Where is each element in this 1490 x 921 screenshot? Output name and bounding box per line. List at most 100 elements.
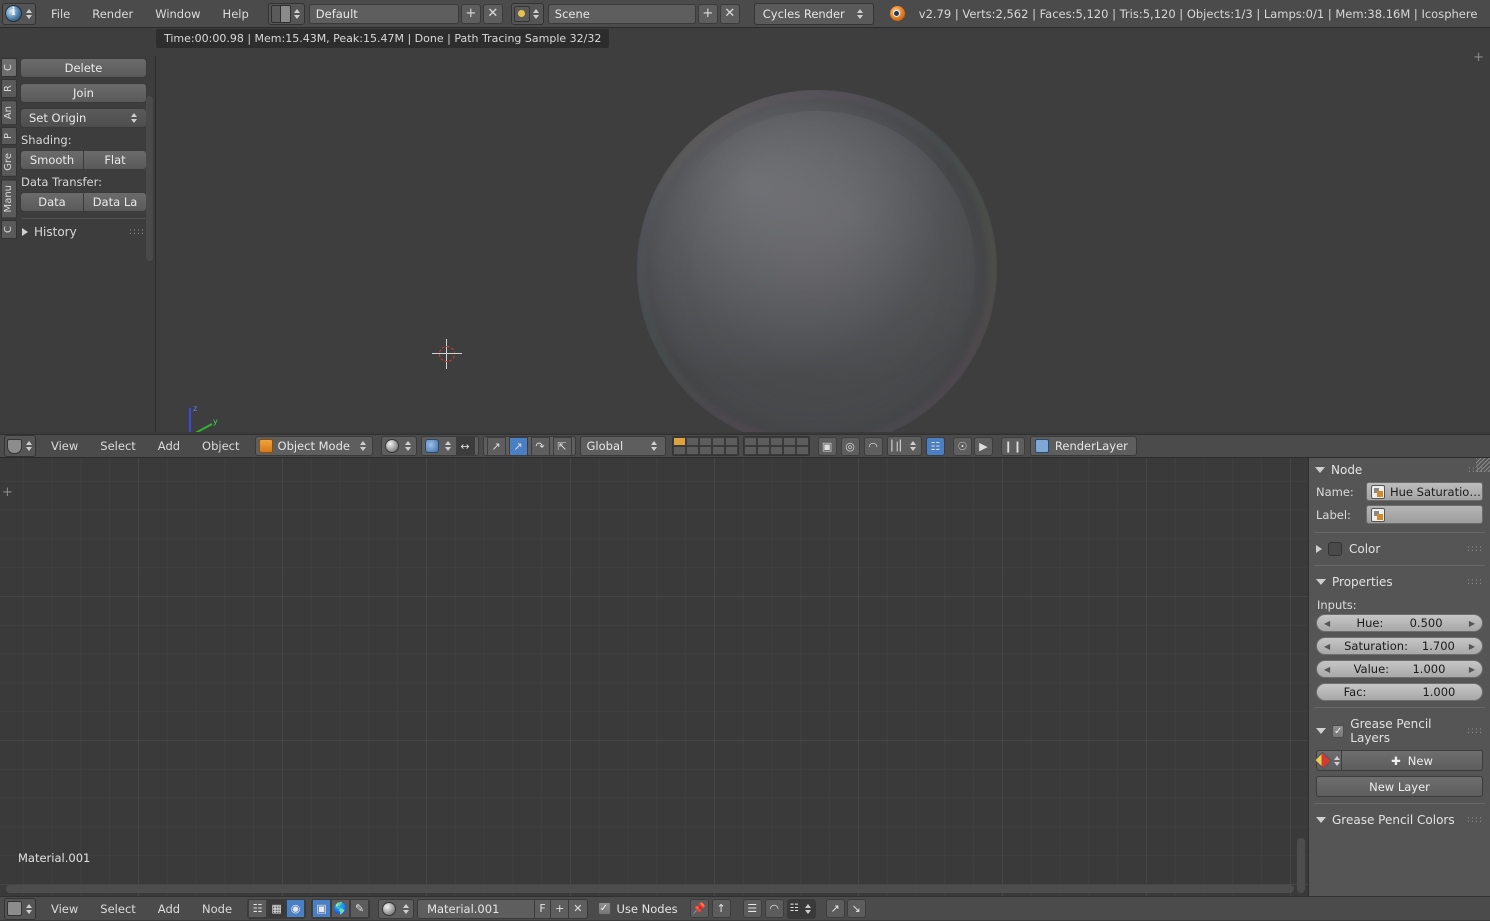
scene-field[interactable]: Scene: [547, 3, 696, 24]
tool-shelf-scrollbar[interactable]: [146, 96, 153, 261]
material-name-field[interactable]: Material.001: [417, 898, 536, 919]
manipulator-translate-icon[interactable]: ↗: [508, 436, 528, 456]
np-fac-slider[interactable]: Fac: 1.000: [1316, 683, 1483, 701]
ne-menu-node[interactable]: Node: [191, 897, 243, 921]
shade-smooth-button[interactable]: Smooth: [20, 150, 84, 170]
object-type-icon[interactable]: ▣: [312, 899, 332, 918]
scene-layers[interactable]: [671, 436, 814, 456]
ne-menu-select[interactable]: Select: [89, 897, 146, 921]
manipulator-scale-icon[interactable]: ⇱: [552, 436, 572, 456]
auto-offset-icon[interactable]: ☰: [742, 899, 762, 918]
delete-screen-layout-button[interactable]: ✕: [482, 3, 503, 24]
snap-element-selector[interactable]: ⎢|⎢: [886, 436, 922, 456]
node-color-swatch[interactable]: [1328, 542, 1342, 556]
delete-scene-button[interactable]: ✕: [719, 3, 740, 24]
transform-orientation-selector[interactable]: Global: [579, 436, 666, 456]
manipulate-center-points-icon[interactable]: ↔: [455, 436, 475, 456]
new-grease-pencil-button[interactable]: ✚ New: [1342, 750, 1483, 771]
chevron-left-icon[interactable]: ◀: [1324, 665, 1330, 674]
grease-pencil-checkbox[interactable]: ✓: [1332, 724, 1345, 738]
tool-tab-2[interactable]: An: [1, 99, 17, 126]
unlink-material-button[interactable]: ✕: [569, 898, 588, 919]
shader-node-editor[interactable]: + Noise Texture: [0, 458, 1308, 896]
interaction-mode-selector[interactable]: Object Mode: [254, 436, 373, 456]
layer-block-1[interactable]: [671, 436, 739, 456]
add-scene-button[interactable]: +: [697, 3, 718, 24]
new-layer-button[interactable]: New Layer: [1316, 776, 1483, 797]
delete-button[interactable]: Delete: [20, 58, 147, 78]
tool-tab-5[interactable]: Manu: [1, 178, 17, 219]
tool-tab-3[interactable]: P: [1, 127, 17, 146]
lock-to-scene-icon[interactable]: ▣: [817, 436, 837, 456]
panel-resize-corner-icon[interactable]: [1476, 458, 1490, 472]
proportional-edit-icon[interactable]: ◎: [840, 436, 860, 456]
vp-menu-object[interactable]: Object: [191, 434, 250, 458]
chevron-updown-icon[interactable]: [532, 8, 541, 19]
node-label-input[interactable]: [1366, 505, 1483, 524]
tool-tab-4[interactable]: Gre: [1, 147, 17, 177]
paste-from-clipboard-icon[interactable]: ↘: [846, 899, 866, 918]
chevron-updown-icon[interactable]: [24, 8, 33, 19]
node-editor-vscrollbar[interactable]: [1297, 838, 1305, 893]
node-panel-header[interactable]: Node ::::: [1309, 458, 1490, 480]
screen-layout-field[interactable]: Default: [308, 3, 459, 24]
copy-to-clipboard-icon[interactable]: ↗: [825, 899, 845, 918]
menu-window[interactable]: Window: [144, 0, 211, 28]
pin-icon[interactable]: 📌: [689, 899, 709, 918]
grease-pencil-colors-header[interactable]: Grease Pencil Colors ::::: [1309, 810, 1490, 830]
color-panel-header[interactable]: Color ::::: [1309, 539, 1490, 559]
render-engine-selector[interactable]: Cycles Render: [753, 2, 874, 25]
render-layer-type-icon[interactable]: ☷: [248, 899, 268, 918]
vp-menu-view[interactable]: View: [40, 434, 89, 458]
go-to-parent-icon[interactable]: ↑: [711, 899, 731, 918]
render-animation-icon[interactable]: ▶: [973, 436, 993, 456]
node-editor-hscrollbar[interactable]: [6, 885, 1294, 893]
np-value-slider[interactable]: ◀ Value: 1.000 ▶: [1316, 660, 1483, 678]
tool-tab-0[interactable]: C: [1, 58, 17, 77]
add-screen-layout-button[interactable]: +: [460, 3, 481, 24]
manipulator-toggle-icon[interactable]: ↗: [486, 436, 506, 456]
history-panel-header[interactable]: History ::::: [20, 223, 147, 241]
menu-help[interactable]: Help: [212, 0, 260, 28]
render-layer-selector[interactable]: RenderLayer: [1029, 436, 1137, 456]
brush-type-icon[interactable]: ✎: [350, 899, 370, 918]
join-button[interactable]: Join: [20, 83, 147, 103]
np-hue-slider[interactable]: ◀ Hue: 0.500 ▶: [1316, 614, 1483, 632]
set-origin-dropdown[interactable]: Set Origin: [20, 108, 147, 128]
editor-type-selector-3dview[interactable]: [4, 435, 36, 457]
chevron-right-icon[interactable]: ▶: [1469, 642, 1475, 651]
chevron-left-icon[interactable]: ◀: [1324, 642, 1330, 651]
node-name-input[interactable]: Hue Saturatio…: [1366, 482, 1483, 501]
layer-block-2[interactable]: [742, 436, 810, 456]
editor-type-selector-nodeeditor[interactable]: [4, 897, 36, 920]
screen-layout-selector[interactable]: [267, 2, 305, 25]
np-saturation-slider[interactable]: ◀ Saturation: 1.700 ▶: [1316, 637, 1483, 655]
snap-node-element-selector[interactable]: ☷: [786, 898, 816, 919]
add-material-button[interactable]: +: [551, 898, 570, 919]
use-nodes-checkbox[interactable]: ✓: [597, 902, 611, 915]
grease-pencil-datablock-selector[interactable]: [1314, 750, 1342, 771]
ne-menu-add[interactable]: Add: [147, 897, 191, 921]
pivot-and-snap-group[interactable]: ↔: [420, 436, 479, 456]
material-browse-selector[interactable]: [378, 898, 415, 919]
tool-tab-6[interactable]: C: [1, 220, 17, 240]
viewport-shading-selector[interactable]: [380, 436, 417, 456]
snap-target-icon[interactable]: ☷: [925, 436, 945, 456]
grease-pencil-layers-header[interactable]: ✓ Grease Pencil Layers ::::: [1309, 714, 1490, 748]
chevron-right-icon[interactable]: ▶: [1469, 665, 1475, 674]
tool-tab-1[interactable]: R: [1, 78, 17, 98]
chevron-left-icon[interactable]: ◀: [1324, 619, 1330, 628]
ne-menu-view[interactable]: View: [40, 897, 89, 921]
menu-file[interactable]: File: [40, 0, 81, 28]
app-menu-button[interactable]: [2, 2, 36, 25]
chevron-updown-icon[interactable]: [293, 8, 302, 19]
manipulator-group[interactable]: ↗ ↗ ↷ ⇱: [482, 436, 576, 456]
scene-selector[interactable]: [510, 2, 544, 25]
world-type-icon[interactable]: 🌎: [331, 899, 351, 918]
use-nodes-toggle[interactable]: ✓ Use Nodes: [597, 902, 678, 916]
chevron-right-icon[interactable]: ▶: [1469, 619, 1475, 628]
snap-magnet-icon[interactable]: ◠: [764, 899, 784, 918]
menu-render[interactable]: Render: [81, 0, 144, 28]
node-toolbar-expand-icon[interactable]: +: [2, 485, 13, 500]
properties-panel-header[interactable]: Properties ::::: [1309, 572, 1490, 592]
